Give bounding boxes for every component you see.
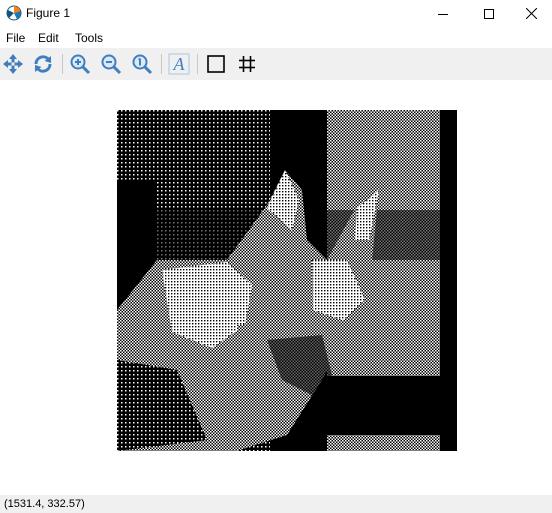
cursor-coordinates: (1531.4, 332.57) xyxy=(4,498,85,510)
close-icon xyxy=(525,8,537,19)
toolbar-separator xyxy=(197,54,198,74)
rectangle-button[interactable] xyxy=(203,51,229,77)
zoom-in-button[interactable] xyxy=(67,51,93,77)
zoom-out-icon xyxy=(101,54,122,75)
menu-file[interactable]: File xyxy=(4,31,27,45)
maximize-icon xyxy=(484,8,494,19)
menu-edit[interactable]: Edit xyxy=(36,31,61,45)
text-button[interactable]: A xyxy=(166,51,192,77)
matplotlib-icon xyxy=(6,5,22,21)
pan-icon xyxy=(3,54,23,74)
status-bar: (1531.4, 332.57) xyxy=(0,495,552,513)
dithered-cat-image xyxy=(117,110,457,451)
rectangle-icon xyxy=(207,55,225,73)
close-button[interactable] xyxy=(508,0,552,27)
zoom-reset-icon xyxy=(132,54,153,75)
pan-button[interactable] xyxy=(0,51,26,77)
image-axes[interactable] xyxy=(117,110,457,451)
toolbar-separator xyxy=(62,54,63,74)
minimize-icon xyxy=(438,13,448,15)
window-title: Figure 1 xyxy=(26,6,71,20)
text-icon-glyph: A xyxy=(173,54,186,74)
refresh-button[interactable] xyxy=(30,51,56,77)
zoom-out-button[interactable] xyxy=(98,51,124,77)
grid-button[interactable] xyxy=(234,51,260,77)
title-bar: Figure 1 xyxy=(0,0,552,27)
maximize-button[interactable] xyxy=(466,0,512,27)
figure-canvas[interactable] xyxy=(0,80,552,495)
toolbar: A xyxy=(0,48,552,80)
text-icon: A xyxy=(168,53,190,75)
minimize-button[interactable] xyxy=(420,0,466,27)
grid-icon xyxy=(239,56,255,72)
menu-tools[interactable]: Tools xyxy=(73,31,105,45)
toolbar-separator xyxy=(161,54,162,74)
menu-bar: File Edit Tools xyxy=(0,28,552,48)
refresh-icon xyxy=(34,55,52,73)
zoom-reset-button[interactable] xyxy=(129,51,155,77)
zoom-in-icon xyxy=(70,54,91,75)
